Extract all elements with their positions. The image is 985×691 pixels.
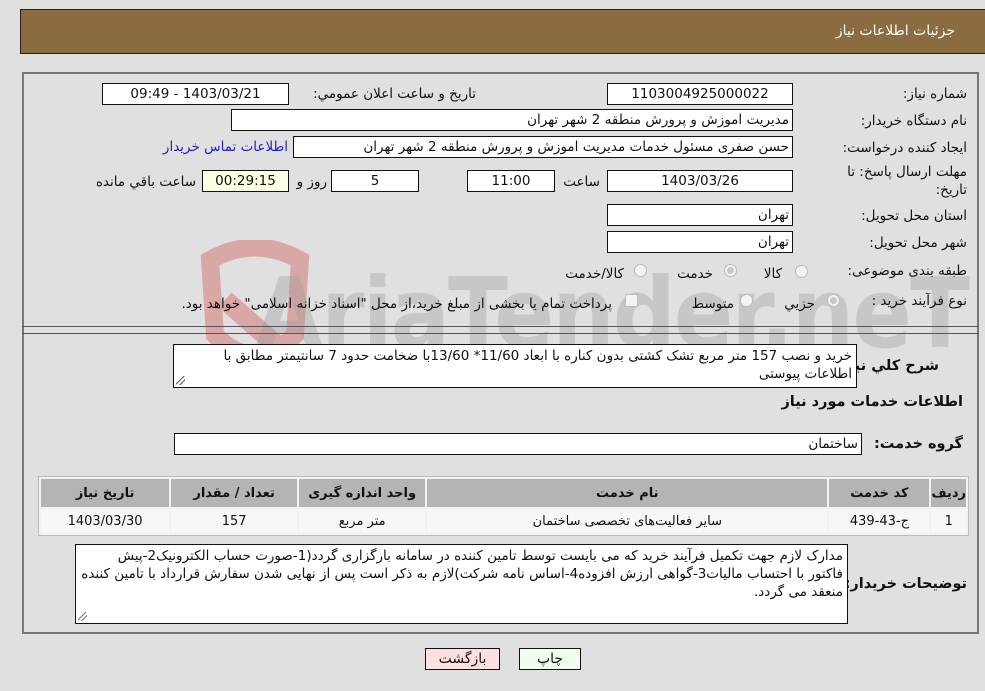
print-button[interactable]: چاپ [519, 648, 581, 670]
col-header-service-code: کد خدمت [829, 479, 930, 507]
buyer-notes-label: توضیحات خریدار: [844, 576, 967, 592]
cell-service-name: سایر فعالیت‌های تخصصی ساختمان [427, 509, 828, 533]
requester-field: حسن صفری مسئول خدمات مدیریت اموزش و پرور… [293, 136, 793, 158]
page-title: جزئیات اطلاعات نیاز [835, 23, 955, 39]
services-table: ردیف کد خدمت نام خدمت واحد اندازه گیری ت… [38, 476, 969, 536]
buyer-notes-textarea[interactable]: مدارک لازم جهت تکمیل فرآیند خرید که می ب… [75, 544, 848, 624]
deadline-label: مهلت ارسال پاسخ: تا [847, 164, 967, 180]
back-button[interactable]: بازگشت [425, 648, 500, 670]
cell-row-number: 1 [931, 509, 966, 533]
buyer-org-field: مدیریت اموزش و پرورش منطقه 2 شهر تهران [231, 109, 793, 131]
description-textarea[interactable]: خرید و نصب 157 متر مربع تشک کشتی بدون کن… [173, 344, 857, 388]
category-radio-service[interactable] [724, 264, 737, 277]
service-group-label: گروه خدمت: [873, 436, 963, 452]
category-option-goods: کالا [763, 266, 782, 282]
purchase-type-label: نوع فرآیند خرید : [871, 293, 967, 309]
purchase-type-radio-medium[interactable] [740, 294, 753, 307]
service-group-field: ساختمان [174, 433, 862, 455]
days-remaining-field: 5 [331, 170, 419, 192]
category-label: طبقه بندی موضوعی: [847, 263, 967, 279]
purchase-type-radio-minor[interactable] [827, 294, 840, 307]
buyer-notes-text: مدارک لازم جهت تکمیل فرآیند خرید که می ب… [81, 548, 843, 600]
cell-need-date: 1403/03/30 [41, 509, 170, 533]
category-radio-goods-service[interactable] [634, 264, 647, 277]
category-option-goods-service: کالا/خدمت [565, 266, 624, 282]
services-section-title: اطلاعات خدمات مورد نیاز [781, 394, 963, 410]
time-remaining-label: ساعت باقي مانده [95, 174, 196, 190]
table-header-row: ردیف کد خدمت نام خدمت واحد اندازه گیری ت… [41, 479, 966, 507]
days-label: روز و [296, 174, 327, 190]
col-header-row-number: ردیف [931, 479, 966, 507]
resize-grip-icon[interactable] [78, 612, 87, 621]
buyer-org-label: نام دستگاه خریدار: [860, 113, 967, 129]
cell-service-code: ج-43-439 [829, 509, 930, 533]
table-row: 1 ج-43-439 سایر فعالیت‌های تخصصی ساختمان… [41, 509, 966, 533]
delivery-province-field: تهران [607, 204, 793, 226]
deadline-time-field: 11:00 [467, 170, 555, 192]
time-remaining-field: 00:29:15 [202, 170, 289, 192]
treasury-checkbox[interactable] [625, 294, 638, 307]
resize-grip-icon[interactable] [176, 376, 185, 385]
deadline-date-field: 1403/03/26 [607, 170, 793, 192]
delivery-city-field: تهران [607, 231, 793, 253]
requester-label: ایجاد کننده درخواست: [842, 140, 967, 156]
delivery-city-label: شهر محل تحویل: [869, 235, 967, 251]
divider [22, 326, 979, 327]
need-number-label: شماره نیاز: [902, 86, 967, 102]
cell-quantity: 157 [171, 509, 298, 533]
treasury-checkbox-label: پرداخت تمام یا بخشی از مبلغ خرید،از محل … [181, 296, 612, 312]
announce-datetime-field: 1403/03/21 - 09:49 [102, 83, 289, 105]
purchase-type-option-minor: جزيي [784, 296, 815, 312]
cell-unit: متر مربع [299, 509, 426, 533]
delivery-province-label: استان محل تحویل: [861, 208, 967, 224]
announce-datetime-label: تاریخ و ساعت اعلان عمومي: [313, 86, 476, 102]
category-radio-goods[interactable] [795, 265, 808, 278]
col-header-quantity: تعداد / مقدار [171, 479, 298, 507]
need-number-field: 1103004925000022 [607, 83, 793, 105]
col-header-need-date: تاریخ نیاز [41, 479, 170, 507]
deadline-label-date: تاریخ: [935, 182, 967, 198]
col-header-unit: واحد اندازه گیری [299, 479, 426, 507]
buyer-contact-link[interactable]: اطلاعات تماس خریدار [163, 139, 288, 155]
divider [22, 333, 979, 334]
deadline-time-label: ساعت [563, 174, 600, 190]
category-option-service: خدمت [677, 266, 713, 282]
page-header: جزئیات اطلاعات نیاز [20, 9, 985, 54]
purchase-type-option-medium: متوسط [691, 296, 734, 312]
description-text: خرید و نصب 157 متر مربع تشک کشتی بدون کن… [223, 348, 852, 382]
col-header-service-name: نام خدمت [427, 479, 828, 507]
